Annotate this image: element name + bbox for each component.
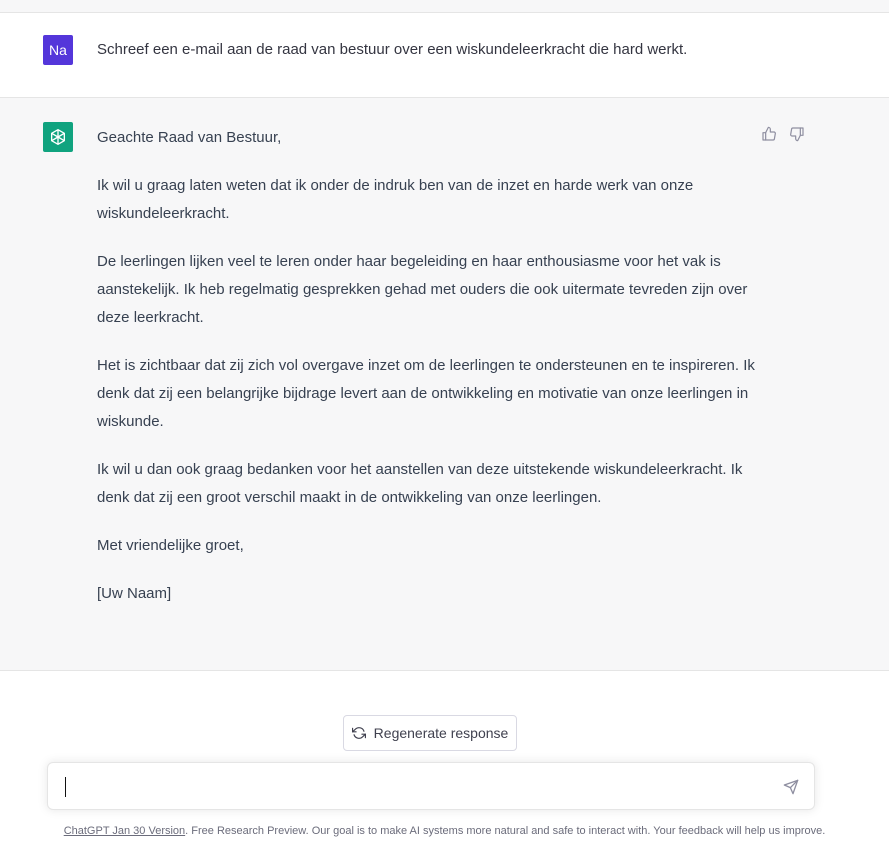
message-input[interactable] bbox=[47, 762, 815, 810]
thumbs-up-icon bbox=[762, 126, 776, 141]
openai-logo-icon bbox=[51, 129, 66, 145]
send-button[interactable] bbox=[782, 778, 800, 796]
answer-paragraph: Ik wil u dan ook graag bedanken voor het… bbox=[97, 461, 743, 506]
send-icon bbox=[783, 779, 799, 795]
user-avatar-initials: Na bbox=[49, 42, 67, 58]
thumbs-down-icon bbox=[790, 127, 804, 142]
answer-paragraph: [Uw Naam] bbox=[97, 585, 172, 602]
top-strip bbox=[0, 0, 889, 13]
answer-paragraph: Met vriendelijke groet, bbox=[97, 537, 244, 554]
answer-paragraph: Het is zichtbaar dat zij zich vol overga… bbox=[97, 357, 755, 430]
assistant-message-row: Geachte Raad van Bestuur, Ik wil u graag… bbox=[0, 98, 889, 671]
user-message-text: Schreef een e-mail aan de raad van bestu… bbox=[97, 41, 688, 58]
text-caret bbox=[65, 777, 66, 797]
answer-paragraph: Ik wil u graag laten weten dat ik onder … bbox=[97, 177, 694, 222]
feedback-buttons bbox=[760, 125, 806, 143]
user-avatar: Na bbox=[43, 35, 73, 65]
refresh-icon bbox=[351, 727, 366, 739]
footer-disclaimer: ChatGPT Jan 30 Version. Free Research Pr… bbox=[0, 824, 889, 838]
footer-text: . Free Research Preview. Our goal is to … bbox=[185, 825, 826, 837]
assistant-avatar bbox=[43, 122, 73, 152]
thumbs-up-button[interactable] bbox=[760, 125, 778, 143]
thumbs-down-button[interactable] bbox=[788, 125, 806, 143]
answer-paragraph: Geachte Raad van Bestuur, bbox=[97, 129, 282, 146]
user-message-row: Na Schreef een e-mail aan de raad van be… bbox=[0, 13, 889, 98]
assistant-message-body: Geachte Raad van Bestuur, Ik wil u graag… bbox=[97, 124, 757, 628]
version-link[interactable]: ChatGPT Jan 30 Version bbox=[64, 825, 185, 837]
answer-paragraph: De leerlingen lijken veel te leren onder… bbox=[97, 253, 748, 326]
regenerate-response-button[interactable]: Regenerate response bbox=[343, 715, 517, 751]
regenerate-response-label: Regenerate response bbox=[373, 725, 509, 741]
